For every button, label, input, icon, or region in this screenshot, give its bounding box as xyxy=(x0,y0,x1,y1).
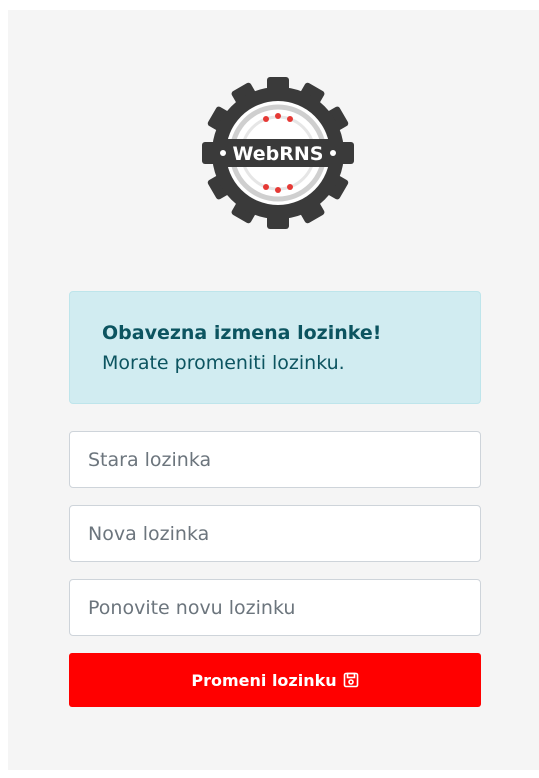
alert-title: Obavezna izmena lozinke! xyxy=(102,322,382,344)
login-panel: WebRNS Obavezna izmena lozinke! Morate p… xyxy=(8,10,539,770)
change-password-button[interactable]: Promeni lozinku xyxy=(69,653,481,707)
webrns-logo: WebRNS xyxy=(202,77,354,229)
change-password-label: Promeni lozinku xyxy=(191,670,337,690)
alert-message: Morate promeniti lozinku. xyxy=(102,352,345,374)
new-password-field[interactable] xyxy=(69,505,481,562)
password-change-alert: Obavezna izmena lozinke! Morate promenit… xyxy=(69,291,481,404)
logo-text: WebRNS xyxy=(233,143,324,165)
old-password-field[interactable] xyxy=(69,431,481,488)
save-icon xyxy=(343,672,359,688)
repeat-password-field[interactable] xyxy=(69,579,481,636)
